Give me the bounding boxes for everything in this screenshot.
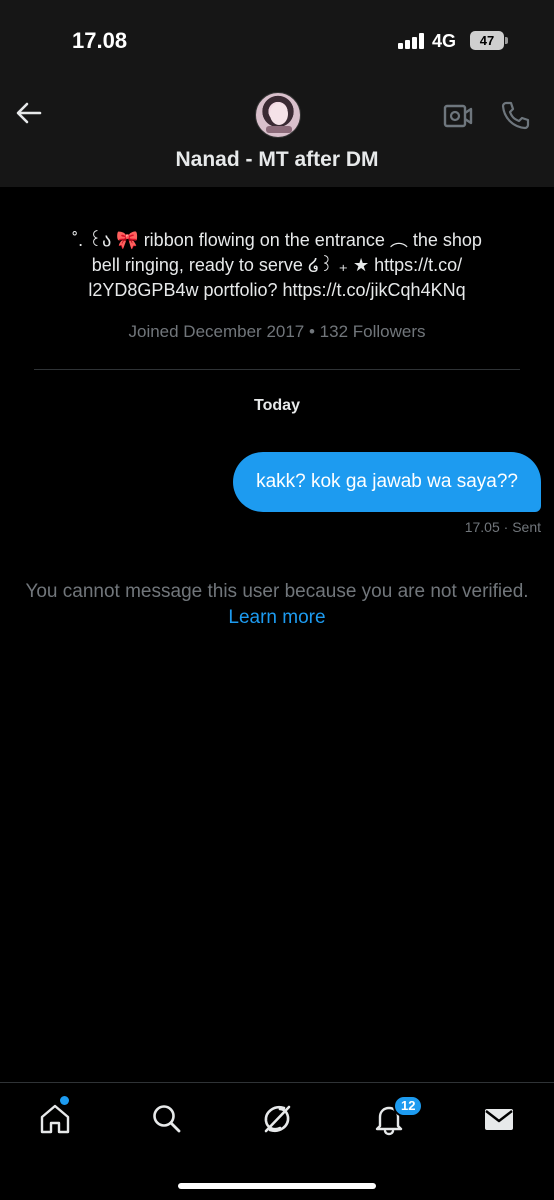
battery-icon: 47 <box>470 31 504 50</box>
date-divider: Today <box>254 397 300 414</box>
learn-more-link[interactable]: Learn more <box>228 607 325 628</box>
video-call-icon[interactable] <box>443 103 473 129</box>
profile-bio: ˚. ꒰ა 🎀 ribbon flowing on the entrance ︵… <box>20 228 534 303</box>
divider <box>34 369 520 370</box>
message-meta: 17.05 · Sent <box>465 519 541 535</box>
status-time: 17.08 <box>72 28 128 53</box>
message-time: 17.05 <box>464 519 500 535</box>
bio-line-2: bell ringing, ready to serve ໒꒱ ₊ ★ http… <box>91 255 463 275</box>
avatar[interactable] <box>255 92 301 138</box>
home-notification-dot <box>60 1096 69 1105</box>
avatar-face <box>270 103 288 125</box>
back-arrow-icon[interactable] <box>12 96 46 130</box>
signal-icon <box>398 33 426 49</box>
joined-info: Joined December 2017 • 132 Followers <box>128 322 426 341</box>
conversation-header: Nanad - MT after DM <box>0 80 554 187</box>
bio-line-3: l2YD8GPB4w portfolio? https://t.co/jikCq… <box>88 280 466 300</box>
avatar-tag <box>266 126 292 133</box>
phone-icon[interactable] <box>500 100 530 130</box>
notice-text: You cannot message this user because you… <box>25 581 529 602</box>
grok-icon[interactable] <box>260 1102 294 1136</box>
search-icon[interactable] <box>150 1102 184 1136</box>
verification-notice: You cannot message this user because you… <box>20 579 534 631</box>
home-icon[interactable] <box>38 1102 72 1136</box>
battery-tip <box>505 37 508 44</box>
message-status: · Sent <box>503 519 541 535</box>
messages-icon[interactable] <box>482 1102 516 1136</box>
outgoing-message-bubble[interactable]: kakk? kok ga jawab wa saya?? <box>233 452 541 512</box>
network-label: 4G <box>432 31 457 51</box>
status-bar: 17.08 4G 47 <box>0 0 554 80</box>
bio-line-1: ˚. ꒰ა 🎀 ribbon flowing on the entrance ︵… <box>72 230 482 250</box>
conversation-title[interactable]: Nanad - MT after DM <box>0 148 554 172</box>
home-indicator[interactable] <box>178 1183 376 1189</box>
notification-count-badge: 12 <box>393 1095 424 1117</box>
